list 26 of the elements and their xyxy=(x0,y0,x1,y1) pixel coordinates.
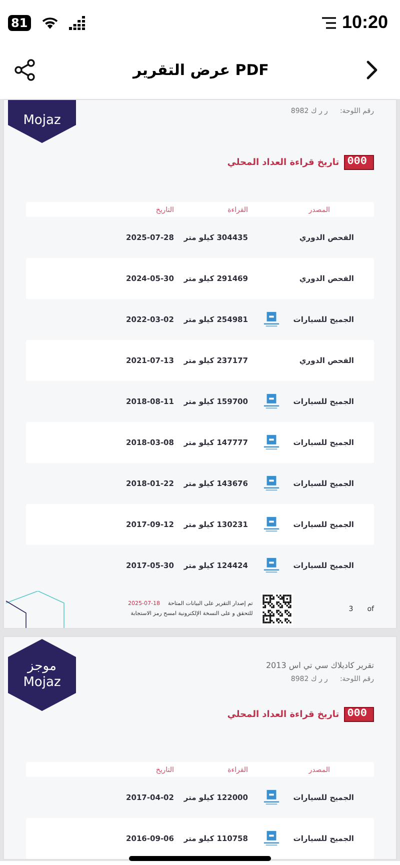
dealer-logo-icon xyxy=(262,830,280,848)
back-chevron-icon[interactable] xyxy=(366,60,378,80)
dealer-logo-icon xyxy=(262,311,280,328)
logo-text: موجز xyxy=(28,659,56,675)
dealer-logo-icon xyxy=(262,434,280,452)
dealer-logo-icon xyxy=(262,393,280,410)
hexagon-lines-drawing xyxy=(4,591,66,628)
signal-icon xyxy=(68,16,85,30)
list-icon xyxy=(322,16,336,28)
dealer-logo-icon xyxy=(262,475,280,492)
odometer-icon: 000 xyxy=(344,707,374,722)
report-title: تقرير كاديلاك سي تي اس 2013 xyxy=(266,661,374,670)
qr-code xyxy=(260,592,293,625)
logo-text: Mojaz xyxy=(23,675,61,691)
section-heading: تاريخ قراءة العداد المحلي xyxy=(227,158,340,168)
share-icon[interactable] xyxy=(14,59,36,81)
dealer-logo-icon xyxy=(262,557,280,574)
dealer-logo-icon xyxy=(262,516,280,534)
dealer-logo-icon xyxy=(262,789,280,806)
wifi-icon xyxy=(40,16,59,30)
section-heading: تاريخ قراءة العداد المحلي xyxy=(227,710,340,720)
clock-time: 10:20 xyxy=(342,12,388,33)
battery-level: 81 xyxy=(8,14,31,30)
screen-title: عرض التقرير PDF xyxy=(133,61,269,79)
logo-text: Mojaz xyxy=(23,113,61,129)
odometer-icon: 000 xyxy=(344,155,374,170)
